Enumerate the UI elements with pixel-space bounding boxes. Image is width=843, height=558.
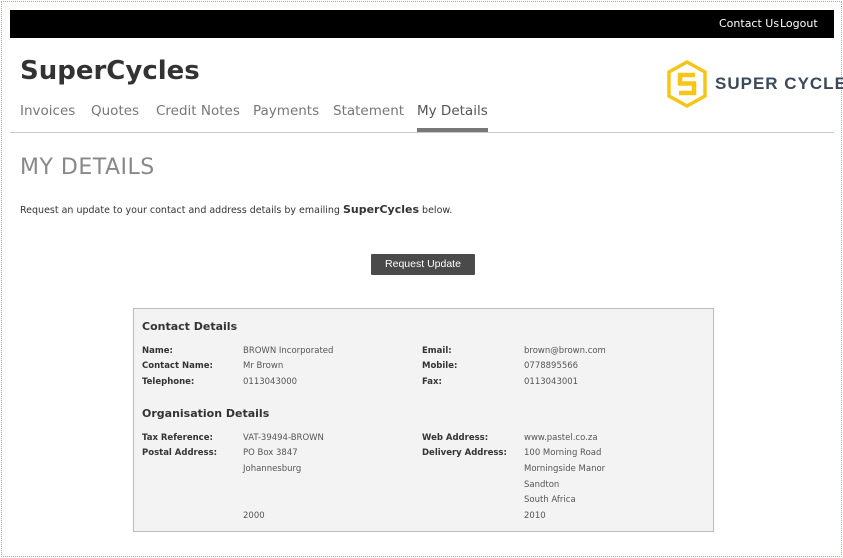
organisation-details-heading: Organisation Details (142, 407, 270, 420)
details-card: Contact Details Name: BROWN Incorporated… (133, 308, 714, 532)
web-address-value: www.pastel.co.za (524, 433, 598, 443)
telephone-value: 0113043000 (243, 377, 298, 387)
contact-name-label: Contact Name: (142, 361, 213, 371)
page-title: MY DETAILS (20, 155, 155, 180)
contact-us-link[interactable]: Contact Us (719, 17, 779, 30)
tab-credit-notes[interactable]: Credit Notes (156, 103, 240, 132)
contact-details-heading: Contact Details (142, 320, 238, 333)
delivery-address-line: 2010 (524, 511, 546, 521)
email-value: brown@brown.com (524, 346, 606, 356)
super-cycle-logo: SUPER CYCLE (667, 59, 843, 109)
postal-address-label: Postal Address: (142, 448, 218, 458)
intro-text-start: Request an update to your contact and ad… (20, 205, 343, 216)
telephone-label: Telephone: (142, 377, 195, 387)
delivery-address-line: Sandton (524, 480, 560, 490)
delivery-address-line: South Africa (524, 495, 576, 505)
contact-name-value: Mr Brown (243, 361, 284, 371)
email-label: Email: (422, 346, 452, 356)
name-value: BROWN Incorporated (243, 346, 334, 356)
logo-icon (667, 59, 707, 109)
tab-invoices[interactable]: Invoices (20, 103, 75, 132)
mobile-label: Mobile: (422, 361, 458, 371)
tab-statement[interactable]: Statement (333, 103, 404, 132)
delivery-address-label: Delivery Address: (422, 448, 507, 458)
delivery-address-line: 100 Morning Road (524, 448, 602, 458)
web-address-label: Web Address: (422, 433, 489, 443)
tab-quotes[interactable]: Quotes (91, 103, 139, 132)
intro-text: Request an update to your contact and ad… (20, 203, 452, 216)
tab-payments[interactable]: Payments (253, 103, 319, 132)
top-bar: Contact Us Logout (10, 10, 834, 38)
tab-my-details[interactable]: My Details (417, 103, 488, 132)
fax-label: Fax: (422, 377, 442, 387)
tax-reference-label: Tax Reference: (142, 433, 213, 443)
intro-text-end: below. (419, 205, 453, 216)
postal-address-line: 2000 (243, 511, 265, 521)
brand-name: SuperCycles (20, 56, 200, 86)
logout-link[interactable]: Logout (780, 17, 818, 30)
fax-value: 0113043001 (524, 377, 579, 387)
name-label: Name: (142, 346, 173, 356)
delivery-address-line: Morningside Manor (524, 464, 606, 474)
postal-address-line: PO Box 3847 (243, 448, 298, 458)
tax-reference-value: VAT-39494-BROWN (243, 433, 324, 443)
logo-text: SUPER CYCLE (715, 74, 843, 93)
intro-company: SuperCycles (342, 203, 420, 216)
nav-divider (10, 132, 834, 133)
mobile-value: 0778895566 (524, 361, 579, 371)
request-update-button[interactable]: Request Update (371, 254, 475, 275)
postal-address-line: Johannesburg (243, 464, 302, 474)
